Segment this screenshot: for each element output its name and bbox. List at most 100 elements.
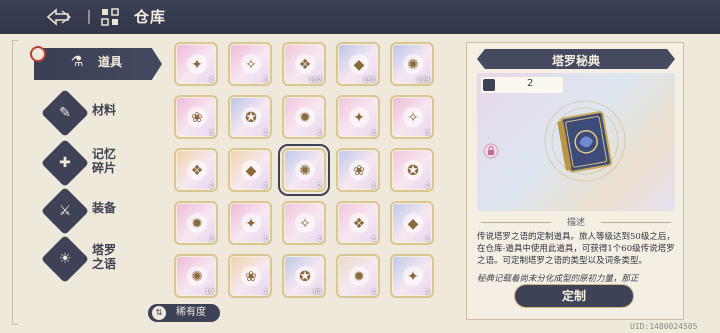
svg-text:✦: ✦ [245, 216, 257, 232]
backpack-icon [483, 79, 495, 91]
grid-home-icon [101, 8, 119, 26]
weapon-icon: ⚔ [40, 186, 90, 236]
item-count: 1 [209, 129, 214, 137]
category-item-props[interactable]: ⚗ 道具 [48, 45, 168, 83]
wing-charm-item-3[interactable]: ✧ 1 [282, 201, 326, 245]
wing-charm-2-icon: ✦ [241, 213, 261, 233]
letter-item[interactable]: ✧ 1 [390, 95, 434, 139]
wing-charm-item-2[interactable]: ✦ 1 [228, 201, 272, 245]
category-item-tarot-words[interactable]: ☀ 塔罗 之语 [40, 234, 168, 284]
feather-item[interactable]: ✪ 1 [390, 148, 434, 192]
item-count: 1 [263, 288, 268, 296]
category-label: 道具 [98, 55, 123, 69]
golden-orb-icon: ✦ [349, 107, 369, 127]
back-button[interactable] [44, 5, 74, 29]
crystal-key-item[interactable]: ✦ 1 [390, 254, 434, 298]
frame-ornament [12, 40, 18, 325]
rarity-label: 稀有度 [176, 307, 206, 318]
wing-charm-item[interactable]: ✹ 3 [174, 201, 218, 245]
herb-item[interactable]: ❖ 1 [174, 148, 218, 192]
golden-book-item[interactable]: ❀ 1 [336, 148, 380, 192]
crystal-key-icon: ✦ [403, 266, 423, 286]
header-divider [88, 10, 90, 24]
uid-label: UID:1480024505 [630, 322, 698, 331]
lock-badge-icon[interactable] [483, 143, 499, 159]
back-arrow-icon [46, 8, 72, 26]
pink-wing-icon: ✧ [241, 54, 261, 74]
item-count: 1 [425, 182, 430, 190]
item-count: 1 [425, 288, 430, 296]
golden-bell-icon: ❖ [349, 213, 369, 233]
svg-text:❖: ❖ [299, 57, 312, 73]
potion-icon: ⚗ [70, 54, 84, 70]
dark-chest-item[interactable]: ◆ 151 [336, 42, 380, 86]
pink-feather-item[interactable]: ✦ 1 [174, 42, 218, 86]
category-label: 材料 [92, 103, 117, 117]
crystal-star-icon: ✹ [295, 107, 315, 127]
home-button[interactable] [100, 7, 120, 27]
wine-item[interactable]: ❀ 1 [228, 254, 272, 298]
svg-text:❀: ❀ [353, 163, 365, 179]
item-count: 151 [362, 76, 376, 84]
svg-text:✪: ✪ [245, 110, 257, 126]
puzzle-icon: ✚ [40, 138, 90, 188]
tarot-tome-icon [544, 100, 626, 182]
item-count: 102 [308, 76, 322, 84]
item-count: 1 [263, 182, 268, 190]
sort-icon: ⇅ [152, 306, 166, 320]
tarot-tome-item[interactable]: ✺ 2 [278, 144, 330, 196]
svg-text:✺: ✺ [407, 57, 419, 73]
customize-button[interactable]: 定制 [514, 284, 634, 308]
golden-bell-item[interactable]: ❖ 1 [336, 201, 380, 245]
svg-text:❖: ❖ [353, 216, 366, 232]
item-count: 1 [371, 129, 376, 137]
character-portrait-item[interactable]: ✹ 1 [336, 254, 380, 298]
treasure-chest-item[interactable]: ✪ 1 [228, 95, 272, 139]
wine-icon: ❀ [241, 266, 261, 286]
dark-chest-icon: ◆ [349, 54, 369, 74]
dark-chest-item-2[interactable]: ✺ 128 [390, 42, 434, 86]
category-nav: ⚗ 道具 ✎ 材料 ✚ 记忆 碎片 ⚔ 装备 ☀ 塔罗 之语 [22, 44, 162, 314]
top-bar: 仓库 [0, 0, 720, 34]
pink-feather-2-icon: ❀ [187, 107, 207, 127]
letter-icon: ✧ [403, 107, 423, 127]
svg-text:❖: ❖ [191, 163, 204, 179]
description-body: 传说塔罗之语的定制道具。旅人等级达到50级之后，在仓库-道具中使用此道具，可获得… [477, 232, 675, 266]
svg-text:✧: ✧ [407, 110, 419, 126]
wing-charm-icon: ✹ [187, 213, 207, 233]
page-title: 仓库 [134, 8, 167, 26]
crystal-star-item[interactable]: ✹ 1 [282, 95, 326, 139]
scroll-icon: ✎ [40, 88, 90, 138]
item-grid: ✦ 1 ✧ 1 ❖ 102 ◆ 151 ✺ 128 ❀ 1 ✪ 1 ✹ 1 ✦ 1 ✧ 1 ❖ 1 ◆ 1 ✺ 2 ❀ 1 ✪ 1 ✹ 3 ✦ 1… [174, 42, 444, 300]
golden-book-icon: ❀ [349, 160, 369, 180]
category-item-memory-fragments[interactable]: ✚ 记忆 碎片 [40, 138, 168, 188]
svg-text:◆: ◆ [354, 57, 365, 73]
item-count: 1 [209, 76, 214, 84]
item-count: 1 [371, 288, 376, 296]
svg-text:✧: ✧ [299, 216, 311, 232]
item-count: 1 [209, 182, 214, 190]
item-detail-panel: 塔罗秘典 2 描述 传说塔罗之语的定制道具。旅人等级达到50级之后，在仓库-道具… [466, 42, 684, 320]
item-count: 60 [313, 288, 322, 296]
pink-feather-item-2[interactable]: ❀ 1 [174, 95, 218, 139]
wing-charm-3-icon: ✧ [295, 213, 315, 233]
category-label: 装备 [92, 201, 117, 215]
golden-orb-item[interactable]: ✦ 1 [336, 95, 380, 139]
svg-text:❀: ❀ [191, 110, 203, 126]
category-item-materials[interactable]: ✎ 材料 [40, 88, 168, 138]
active-marker [30, 46, 46, 62]
blue-chest-item[interactable]: ✪ 60 [282, 254, 326, 298]
red-card-icon: ✺ [187, 266, 207, 286]
red-card-item[interactable]: ✺ 17 [174, 254, 218, 298]
quill-scroll-item[interactable]: ◆ 1 [228, 148, 272, 192]
gem-pile-item[interactable]: ❖ 102 [282, 42, 326, 86]
item-count: 1 [371, 235, 376, 243]
pink-wing-item[interactable]: ✧ 1 [228, 42, 272, 86]
svg-text:✺: ✺ [191, 269, 203, 285]
rarity-sort-button[interactable]: ⇅ 稀有度 [148, 304, 220, 322]
gem-pile-icon: ❖ [295, 54, 315, 74]
item-count: 2 [317, 182, 322, 190]
item-count: 1 [263, 129, 268, 137]
blue-card-item[interactable]: ◆ 1 [390, 201, 434, 245]
category-item-equipment[interactable]: ⚔ 装备 [40, 186, 168, 236]
